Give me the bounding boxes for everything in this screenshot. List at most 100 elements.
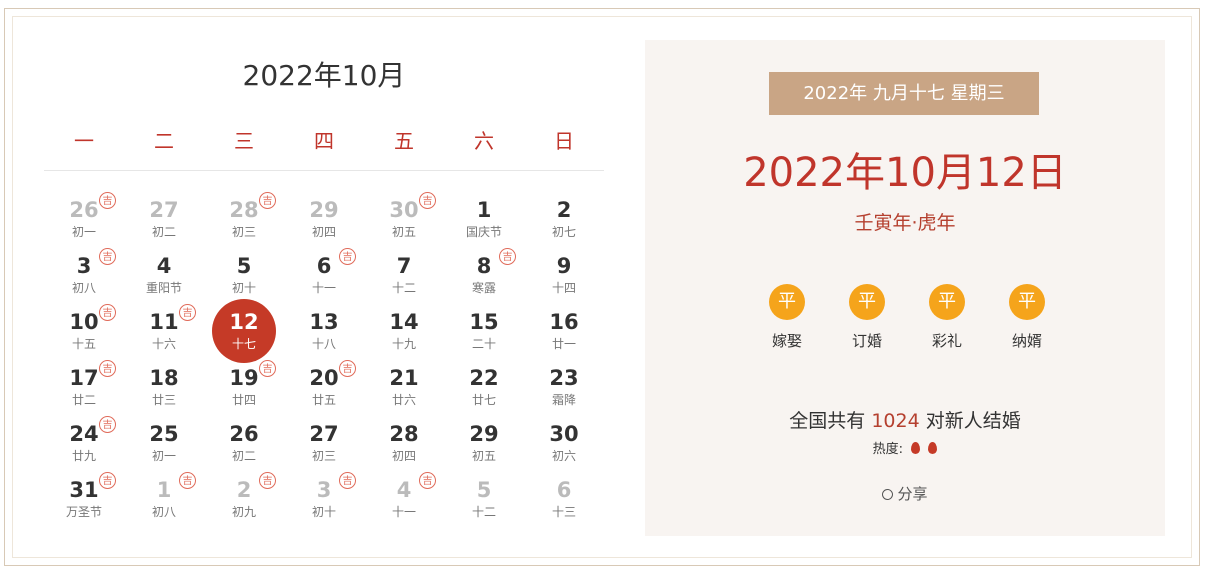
day-cell[interactable]: 5 十二 (444, 464, 524, 520)
lunar-date: 廿五 (311, 393, 336, 407)
item-marriage[interactable]: 平 嫁娶 (747, 284, 827, 354)
day-cell[interactable]: 3 初十吉 (284, 464, 364, 520)
day-cell[interactable]: 4 重阳节 (124, 240, 204, 296)
lunar-date: 初十 (311, 505, 336, 519)
ji-stamp-icon: 吉 (259, 472, 276, 489)
lunar-date: 霜降 (551, 393, 576, 407)
lunar-date: 十二 (391, 281, 416, 295)
item-label: 纳婿 (1011, 332, 1042, 350)
lunar-date: 十四 (551, 281, 576, 295)
day-cell[interactable]: 1 初八吉 (124, 464, 204, 520)
item-son-in-law[interactable]: 平 纳婿 (987, 284, 1067, 354)
day-cell[interactable]: 29 初四 (284, 184, 364, 240)
lunar-date: 十六 (151, 337, 176, 351)
day-cell[interactable]: 30 初六 (524, 408, 604, 464)
lunar-date: 十一 (311, 281, 336, 295)
day-cell[interactable]: 25 初一 (124, 408, 204, 464)
day-cell[interactable]: 31 万圣节吉 (44, 464, 124, 520)
day-number: 29 (309, 198, 339, 222)
item-label: 嫁娶 (771, 332, 802, 350)
couples-count: 1024 (871, 410, 920, 432)
day-cell[interactable]: 11 十六吉 (124, 296, 204, 352)
item-betrothal-gift[interactable]: 平 彩礼 (907, 284, 987, 354)
day-cell[interactable]: 28 初四 (364, 408, 444, 464)
weekday-tue: 二 (154, 129, 174, 153)
day-cell[interactable]: 29 初五 (444, 408, 524, 464)
flame-icon (928, 442, 938, 454)
ji-stamp-icon: 吉 (499, 248, 516, 265)
day-cell[interactable]: 5 初十 (204, 240, 284, 296)
share-button[interactable]: 分享 (645, 483, 1165, 504)
lunar-date: 初四 (391, 449, 416, 463)
day-cell[interactable]: 22 廿七 (444, 352, 524, 408)
day-cell[interactable]: 15 二十 (444, 296, 524, 352)
day-grid: 26 初一吉 27 初二 28 初三吉 29 初四 30 初五吉 1 国庆节 2 初七 3 初八吉 4 重阳节 5 初… (44, 184, 604, 520)
lunar-date: 十三 (551, 505, 576, 519)
rating-coin-icon: 平 (1009, 284, 1045, 320)
lunar-date: 十七 (231, 337, 256, 351)
lunar-date: 二十 (471, 337, 496, 351)
day-cell[interactable]: 1 国庆节 (444, 184, 524, 240)
day-cell[interactable]: 19 廿四吉 (204, 352, 284, 408)
day-cell[interactable]: 10 十五吉 (44, 296, 124, 352)
day-cell[interactable]: 2 初七 (524, 184, 604, 240)
lunar-date: 初六 (551, 449, 576, 463)
day-number: 14 (389, 310, 419, 334)
lunar-date: 廿四 (231, 393, 256, 407)
day-cell[interactable]: 4 十一吉 (364, 464, 444, 520)
day-cell[interactable]: 23 霜降 (524, 352, 604, 408)
item-label: 订婚 (851, 332, 882, 350)
couples-suffix: 对新人结婚 (925, 410, 1021, 432)
lunar-date: 十五 (71, 337, 96, 351)
day-number: 1 (476, 198, 492, 222)
day-cell[interactable]: 2 初九吉 (204, 464, 284, 520)
item-label: 彩礼 (931, 332, 962, 350)
day-number: 23 (549, 366, 579, 390)
lunar-date: 廿三 (151, 393, 176, 407)
calendar-panel: 2022年10月 一 二 三 四 五 六 日 26 初一吉 27 初二 28 初三吉 29 初… (44, 40, 604, 536)
ji-stamp-icon: 吉 (339, 360, 356, 377)
lunar-date: 十九 (391, 337, 416, 351)
day-cell[interactable]: 7 十二 (364, 240, 444, 296)
day-number: 27 (149, 198, 179, 222)
week-row: 10 十五吉 11 十六吉 12 十七 13 十八 14 十九 15 二十 16 廿一 (44, 296, 604, 363)
day-cell[interactable]: 26 初一吉 (44, 184, 124, 240)
day-cell-selected[interactable]: 12 十七 (204, 296, 284, 363)
day-cell[interactable]: 30 初五吉 (364, 184, 444, 240)
day-cell[interactable]: 16 廿一 (524, 296, 604, 352)
lunar-date: 初八 (71, 281, 96, 295)
day-cell[interactable]: 9 十四 (524, 240, 604, 296)
flame-icon (911, 442, 921, 454)
lunar-date: 初八 (151, 505, 176, 519)
day-cell[interactable]: 27 初三 (284, 408, 364, 464)
item-engagement[interactable]: 平 订婚 (827, 284, 907, 354)
day-cell[interactable]: 24 廿九吉 (44, 408, 124, 464)
lunar-date: 初一 (71, 225, 96, 239)
day-cell[interactable]: 3 初八吉 (44, 240, 124, 296)
lunar-date: 初七 (551, 225, 576, 239)
ji-stamp-icon: 吉 (99, 192, 116, 209)
day-cell[interactable]: 6 十三 (524, 464, 604, 520)
couples-prefix: 全国共有 (789, 410, 866, 432)
day-cell[interactable]: 18 廿三 (124, 352, 204, 408)
day-cell[interactable]: 13 十八 (284, 296, 364, 352)
share-label: 分享 (897, 485, 928, 503)
day-cell[interactable]: 6 十一吉 (284, 240, 364, 296)
lunar-date: 十一 (391, 505, 416, 519)
day-cell[interactable]: 28 初三吉 (204, 184, 284, 240)
day-number: 22 (469, 366, 499, 390)
weekday-mon: 一 (74, 129, 94, 153)
day-number: 5 (236, 254, 252, 278)
lunar-date: 十八 (311, 337, 336, 351)
day-cell[interactable]: 20 廿五吉 (284, 352, 364, 408)
day-number: 2 (556, 198, 572, 222)
day-cell[interactable]: 26 初二 (204, 408, 284, 464)
day-cell[interactable]: 21 廿六 (364, 352, 444, 408)
day-cell[interactable]: 17 廿二吉 (44, 352, 124, 408)
lunar-date: 国庆节 (465, 225, 502, 239)
share-icon (882, 489, 894, 500)
day-cell[interactable]: 14 十九 (364, 296, 444, 352)
day-cell[interactable]: 27 初二 (124, 184, 204, 240)
day-cell[interactable]: 8 寒露吉 (444, 240, 524, 296)
ji-stamp-icon: 吉 (179, 472, 196, 489)
